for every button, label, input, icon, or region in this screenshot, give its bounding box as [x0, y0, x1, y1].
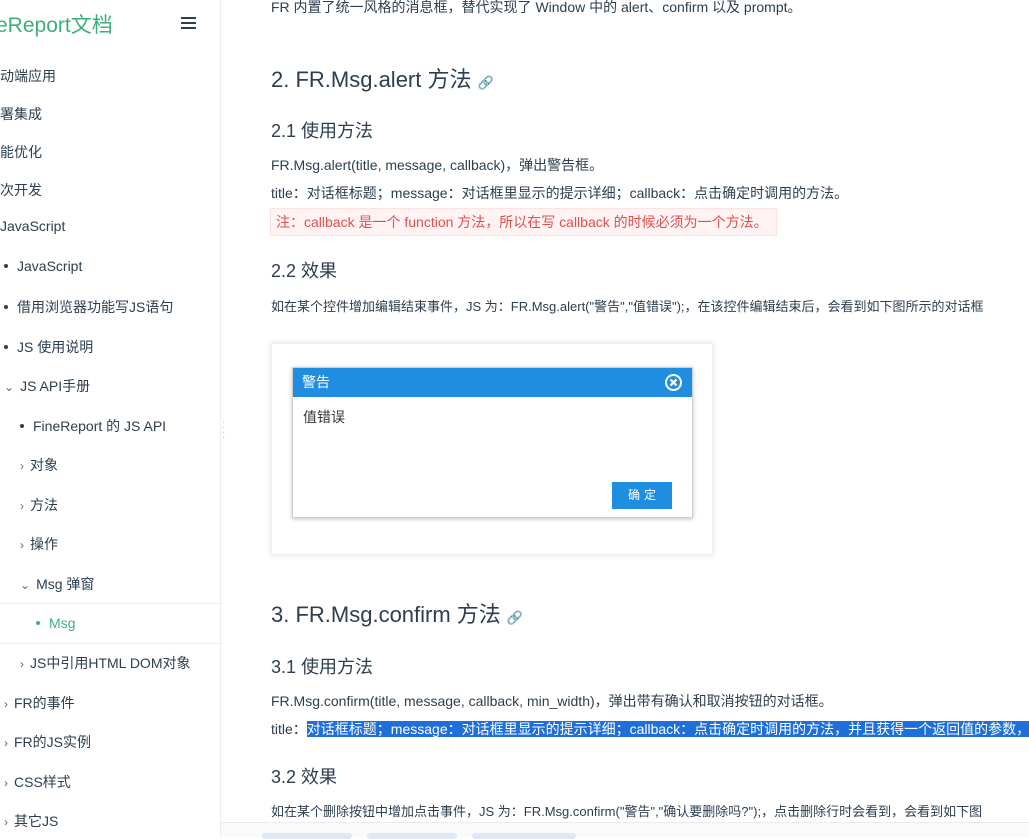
- section-heading-confirm: 3. FR.Msg.confirm 方法 🔗: [271, 597, 523, 629]
- chevron-right-icon: ›: [4, 776, 8, 790]
- main-content: FR 内置了统一风格的消息框，替代实现了 Window 中的 alert、con…: [221, 0, 1029, 836]
- sidebar-item-label: FineReport 的 JS API: [33, 418, 167, 434]
- bullet-icon: [36, 621, 40, 626]
- chevron-right-icon: ›: [20, 499, 24, 513]
- sidebar-item-label: JS API手册: [20, 378, 91, 394]
- sidebar-item-msg-popup[interactable]: ⌄ Msg 弹窗: [20, 574, 94, 594]
- sidebar-item-html-dom[interactable]: › JS中引用HTML DOM对象: [20, 653, 190, 673]
- subheading-confirm-effect: 3.2 效果: [271, 767, 338, 787]
- bottom-tab[interactable]: [262, 833, 352, 839]
- subheading-alert-effect: 2.2 效果: [271, 261, 338, 281]
- sidebar-item-performance[interactable]: 能优化: [0, 142, 42, 162]
- sidebar-item-label: FR的JS实例: [14, 734, 91, 750]
- sidebar-item-msg[interactable]: Msg: [36, 615, 75, 631]
- subheading-confirm-usage: 3.1 使用方法: [271, 657, 374, 677]
- section-heading-alert: 2. FR.Msg.alert 方法 🔗: [271, 62, 494, 94]
- sidebar-item-mobile[interactable]: 动端应用: [0, 66, 56, 86]
- selected-text[interactable]: 对话框标题；message：对话框里显示的提示详细；callback：点击确定时…: [306, 721, 1029, 737]
- bullet-icon: [4, 264, 8, 269]
- sidebar: eReport文档 动端应用 署集成 能优化 次开发 JavaScript Ja…: [0, 0, 221, 836]
- sidebar-item-js-api-manual[interactable]: ⌄ JS API手册: [4, 376, 90, 396]
- dialog-header: 警告: [293, 368, 692, 397]
- alert-dialog: 警告 值错误 确定: [292, 367, 693, 518]
- sidebar-item-secondary-dev[interactable]: 次开发: [0, 180, 42, 200]
- alert-signature: FR.Msg.alert(title, message, callback)，弹…: [271, 157, 604, 173]
- sidebar-item-css[interactable]: › CSS样式: [4, 772, 71, 792]
- subheading-alert-usage: 2.1 使用方法: [271, 121, 374, 141]
- chevron-right-icon: ›: [20, 459, 24, 473]
- sidebar-item-label: 其它JS: [14, 813, 59, 829]
- sidebar-item-objects[interactable]: › 对象: [20, 455, 58, 475]
- sidebar-item-javascript-group[interactable]: JavaScript: [0, 218, 65, 234]
- sidebar-item-methods[interactable]: › 方法: [20, 495, 58, 515]
- sidebar-item-label: JS 使用说明: [17, 339, 94, 355]
- alert-note: 注：callback 是一个 function 方法，所以在写 callback…: [270, 208, 777, 236]
- confirm-params-prefix: title：: [271, 721, 307, 737]
- bullet-icon: [4, 305, 8, 310]
- chevron-down-icon: ⌄: [4, 380, 15, 394]
- close-icon[interactable]: [665, 374, 682, 391]
- chevron-right-icon: ›: [4, 815, 8, 829]
- active-item-highlight: [0, 603, 220, 644]
- sidebar-item-label: 对象: [30, 457, 58, 473]
- bottom-tab[interactable]: [472, 833, 576, 839]
- confirm-signature: FR.Msg.confirm(title, message, callback,…: [271, 693, 833, 709]
- bullet-icon: [4, 345, 8, 350]
- bottom-tab[interactable]: [367, 833, 457, 839]
- sidebar-item-browser-js[interactable]: 借用浏览器功能写JS语句: [4, 297, 173, 317]
- alert-params: title：对话框标题；message：对话框里显示的提示详细；callback…: [271, 185, 849, 201]
- sidebar-item-other-js[interactable]: › 其它JS: [4, 811, 58, 831]
- bottom-toolbar: [221, 822, 1029, 839]
- sidebar-item-label: 借用浏览器功能写JS语句: [17, 299, 174, 315]
- confirm-params: title：对话框标题；message：对话框里显示的提示详细；callback…: [271, 719, 1029, 739]
- chevron-right-icon: ›: [4, 697, 8, 711]
- sidebar-item-label: Msg: [49, 615, 76, 631]
- chevron-right-icon: ›: [20, 657, 24, 671]
- link-icon[interactable]: 🔗: [507, 610, 523, 625]
- sidebar-item-label: 操作: [30, 536, 58, 552]
- intro-paragraph: FR 内置了统一风格的消息框，替代实现了 Window 中的 alert、con…: [271, 0, 802, 15]
- ok-button[interactable]: 确定: [612, 482, 672, 509]
- section-heading-text: 2. FR.Msg.alert 方法: [271, 67, 472, 92]
- alert-effect-text: 如在某个控件增加编辑结束事件，JS 为：FR.Msg.alert("警告","值…: [271, 299, 984, 314]
- alert-demo-image: 警告 值错误 确定: [271, 343, 713, 555]
- sidebar-item-label: JavaScript: [17, 258, 83, 274]
- sidebar-item-finereport-js-api[interactable]: FineReport 的 JS API: [20, 416, 166, 436]
- sidebar-item-label: CSS样式: [14, 774, 71, 790]
- site-brand[interactable]: eReport文档: [0, 9, 113, 39]
- sidebar-item-fr-js-examples[interactable]: › FR的JS实例: [4, 732, 91, 752]
- confirm-effect-text: 如在某个删除按钮中增加点击事件，JS 为：FR.Msg.confirm("警告"…: [271, 804, 983, 819]
- sidebar-item-label: JS中引用HTML DOM对象: [30, 655, 191, 671]
- section-heading-text: 3. FR.Msg.confirm 方法: [271, 602, 501, 627]
- sidebar-item-operations[interactable]: › 操作: [20, 534, 58, 554]
- sidebar-item-javascript[interactable]: JavaScript: [4, 258, 82, 274]
- bullet-icon: [20, 424, 24, 429]
- chevron-right-icon: ›: [4, 736, 8, 750]
- sidebar-item-fr-events[interactable]: › FR的事件: [4, 693, 75, 713]
- link-icon[interactable]: 🔗: [477, 75, 493, 90]
- chevron-right-icon: ›: [20, 538, 24, 552]
- sidebar-item-deploy[interactable]: 署集成: [0, 104, 42, 124]
- sidebar-item-js-usage[interactable]: JS 使用说明: [4, 337, 93, 357]
- sidebar-item-label: 方法: [30, 497, 58, 513]
- dialog-title: 警告: [302, 374, 330, 390]
- dialog-message: 值错误: [303, 409, 345, 425]
- sidebar-item-label: Msg 弹窗: [36, 576, 95, 592]
- sidebar-item-label: FR的事件: [14, 695, 75, 711]
- chevron-down-icon: ⌄: [20, 578, 31, 592]
- hamburger-menu-icon[interactable]: [181, 17, 196, 29]
